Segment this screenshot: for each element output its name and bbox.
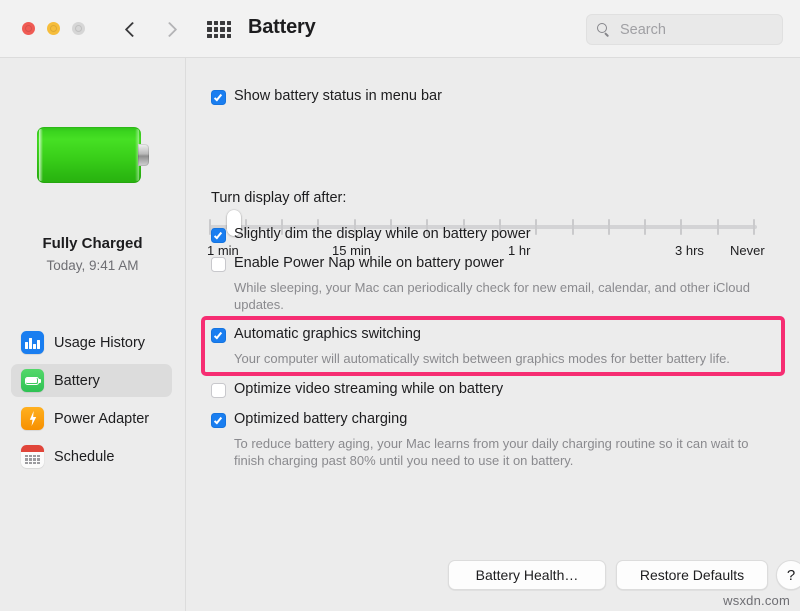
battery-status-text: Fully Charged — [42, 235, 143, 252]
battery-health-button[interactable]: Battery Health… — [448, 560, 606, 590]
label-optimized-battery-charging: Optimized battery charging — [234, 411, 408, 427]
label-enable-power-nap: Enable Power Nap while on battery power — [234, 255, 505, 271]
battery-timestamp-text: Today, 9:41 AM — [46, 258, 139, 273]
apps-grid-icon[interactable] — [207, 21, 231, 38]
minimize-ring — [50, 25, 57, 32]
checkmark-icon — [214, 230, 223, 239]
slider-tick-label: Never — [730, 243, 765, 258]
checkbox-enable-power-nap[interactable] — [211, 257, 226, 272]
watermark: wsxdn.com — [723, 593, 790, 608]
checkmark-icon — [214, 330, 223, 339]
sidebar-item-schedule[interactable]: Schedule — [11, 440, 172, 473]
slider-tick — [644, 219, 646, 235]
forward-button[interactable] — [158, 16, 184, 42]
search-field[interactable] — [586, 14, 783, 45]
sidebar-item-label: Power Adapter — [54, 410, 150, 427]
battery-icon-nub — [39, 379, 41, 383]
sidebar-item-power-adapter[interactable]: Power Adapter — [11, 402, 172, 435]
calendar-icon — [21, 445, 44, 468]
bolt-glyph — [29, 411, 37, 426]
battery-icon-fill — [26, 378, 37, 383]
page-title: Battery — [248, 16, 316, 38]
slider-tick — [572, 219, 574, 235]
sidebar-item-usage-history[interactable]: Usage History — [11, 326, 172, 359]
calendar-grid — [25, 455, 40, 464]
slider-tick — [753, 219, 755, 235]
chevron-right-icon — [161, 21, 178, 37]
slider-tick — [717, 219, 719, 235]
slider-tick-label: 3 hrs — [675, 243, 704, 258]
slider-tick — [608, 219, 610, 235]
search-handle — [604, 31, 610, 37]
checkbox-optimize-video-streaming[interactable] — [211, 383, 226, 398]
slider-tick — [535, 219, 537, 235]
battery-shine-left — [39, 129, 43, 181]
zoom-button[interactable] — [72, 22, 85, 35]
help-button[interactable]: ? — [776, 560, 800, 590]
checkbox-optimized-battery-charging[interactable] — [211, 413, 226, 428]
description-optimized-battery-charging: To reduce battery aging, your Mac learns… — [234, 436, 749, 468]
content-pane: Show battery status in menu bar Turn dis… — [186, 58, 800, 611]
description-automatic-graphics-switching: Your computer will automatically switch … — [234, 351, 730, 366]
search-input[interactable] — [618, 20, 772, 39]
label-optimize-video-streaming: Optimize video streaming while on batter… — [234, 381, 504, 397]
battery-preferences-window: Battery Fully Charged Today, 9:41 AM — [0, 0, 800, 611]
label-show-battery-status: Show battery status in menu bar — [234, 88, 442, 104]
chevron-left-icon — [124, 21, 141, 37]
sidebar-item-label: Battery — [54, 372, 100, 389]
battery-cap — [138, 144, 149, 166]
battery-body — [37, 127, 141, 183]
sidebar: Fully Charged Today, 9:41 AM Usage Histo… — [0, 58, 186, 611]
checkbox-show-battery-status[interactable] — [211, 90, 226, 105]
minimize-button[interactable] — [47, 22, 60, 35]
zoom-ring — [75, 25, 82, 32]
highlight-box-automatic-graphics-switching — [201, 316, 785, 376]
search-lens — [597, 22, 607, 33]
lightning-bolt-icon — [21, 407, 44, 430]
bar-chart-icon — [21, 331, 44, 354]
slider-tick — [680, 219, 682, 235]
bar-chart-bars — [25, 337, 40, 349]
search-icon — [597, 22, 611, 37]
checkmark-icon — [214, 415, 223, 424]
calendar-header — [21, 445, 44, 452]
description-enable-power-nap: While sleeping, your Mac can periodicall… — [234, 280, 750, 312]
label-turn-display-off: Turn display off after: — [211, 190, 347, 206]
checkmark-icon — [214, 92, 223, 101]
titlebar: Battery — [0, 0, 800, 58]
close-ring — [25, 25, 32, 32]
battery-icon — [21, 369, 44, 392]
label-automatic-graphics-switching: Automatic graphics switching — [234, 326, 421, 342]
restore-defaults-button[interactable]: Restore Defaults — [616, 560, 768, 590]
slider-tick-label: 1 hr — [508, 243, 531, 258]
close-button[interactable] — [22, 22, 35, 35]
sidebar-item-battery[interactable]: Battery — [11, 364, 172, 397]
sidebar-item-label: Usage History — [54, 334, 146, 351]
sidebar-item-label: Schedule — [54, 448, 115, 465]
battery-full-green-icon — [37, 127, 149, 183]
checkbox-automatic-graphics-switching[interactable] — [211, 328, 226, 343]
checkbox-slightly-dim-display[interactable] — [211, 228, 226, 243]
label-slightly-dim-display: Slightly dim the display while on batter… — [234, 226, 531, 242]
back-button[interactable] — [118, 16, 144, 42]
